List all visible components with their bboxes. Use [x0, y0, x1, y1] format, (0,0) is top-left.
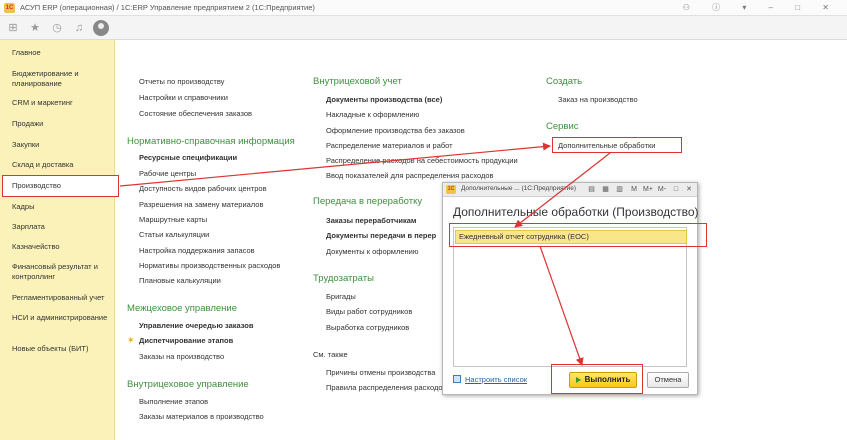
section-processing-transfer: Передача в переработку — [313, 196, 423, 207]
maximize-button[interactable]: □ — [671, 184, 681, 195]
cancel-button[interactable]: Отмена — [647, 372, 689, 388]
sidebar-item-finance[interactable]: Финансовый результат и контроллинг — [12, 262, 112, 282]
sidebar-item-treasury[interactable]: Казначейство — [12, 242, 112, 252]
link-production-reports[interactable]: Отчеты по производству — [139, 77, 224, 87]
processing-list: Ежедневный отчет сотрудника (ЕОС) — [453, 227, 687, 367]
link-cancel-reasons[interactable]: Причины отмены производства — [326, 368, 435, 378]
section-intrashop: Внутрицеховое управление — [127, 379, 249, 390]
setup-list-icon[interactable] — [453, 375, 461, 383]
annotation-box-service — [552, 137, 682, 153]
doc-icon[interactable]: ▦ — [601, 184, 610, 195]
link-invoices-to-process[interactable]: Накладные к оформлению — [326, 110, 419, 120]
link-stock-settings[interactable]: Настройка поддержания запасов — [139, 246, 255, 256]
calendar-icon[interactable]: ▥ — [615, 184, 624, 195]
app-logo-icon: 1С — [4, 3, 15, 13]
link-teams[interactable]: Бригады — [326, 292, 356, 302]
sidebar-item-main[interactable]: Главное — [12, 48, 112, 58]
link-planned-costing[interactable]: Плановые калькуляции — [139, 276, 221, 286]
link-work-types[interactable]: Виды работ сотрудников — [326, 307, 412, 317]
link-production-cost-norms[interactable]: Нормативы производственных расходов — [139, 261, 280, 271]
link-material-substitutions[interactable]: Разрешения на замену материалов — [139, 200, 263, 210]
star-icon[interactable]: ★ — [28, 21, 42, 35]
annotation-box-list-item — [449, 223, 707, 247]
section-labor-costs: Трудозатраты — [313, 273, 374, 284]
favorite-star-icon[interactable]: ✶ — [127, 335, 135, 346]
bell-icon[interactable]: ♫ — [72, 21, 86, 35]
sidebar-item-crm[interactable]: CRM и маркетинг — [12, 98, 112, 108]
memory-plus-button[interactable]: M+ — [642, 184, 654, 195]
link-order-supply-state[interactable]: Состояние обеспечения заказов — [139, 109, 252, 119]
dialog-titlebar: 1С Дополнительные ... (1С:Предприятие) ▤… — [443, 183, 697, 197]
dialog-heading: Дополнительные обработки (Производство) — [453, 205, 699, 219]
link-resource-specs[interactable]: Ресурсные спецификации — [139, 153, 237, 163]
memory-button[interactable]: M — [629, 184, 639, 195]
link-order-queue[interactable]: Управление очередью заказов — [139, 321, 254, 331]
print-icon[interactable]: ▤ — [587, 184, 596, 195]
grid-icon[interactable]: ⊞ — [6, 21, 20, 35]
sidebar-item-purchases[interactable]: Закупки — [12, 140, 112, 150]
link-route-cards[interactable]: Маршрутные карты — [139, 215, 207, 225]
section-intrashop-accounting: Внутрицеховой учет — [313, 76, 402, 87]
sidebar-item-nsi[interactable]: НСИ и администрирование — [12, 313, 112, 323]
section-create: Создать — [546, 76, 583, 87]
annotation-box-run — [551, 364, 643, 394]
link-material-orders[interactable]: Заказы материалов в производство — [139, 412, 264, 422]
window-titlebar: 1С АСУП ERP (операционная) / 1С:ERP Упра… — [0, 0, 847, 16]
dialog-logo-icon: 1С — [446, 185, 456, 194]
section-nsi: Нормативно-справочная информация — [127, 136, 295, 147]
link-create-production-order[interactable]: Заказ на производство — [558, 95, 638, 105]
link-employee-output[interactable]: Выработка сотрудников — [326, 323, 409, 333]
section-service: Сервис — [546, 121, 579, 132]
window-title: АСУП ERP (операционная) / 1С:ERP Управле… — [20, 3, 315, 12]
link-production-docs-all[interactable]: Документы производства (все) — [326, 95, 442, 105]
link-stage-dispatching[interactable]: Диспетчирование этапов — [139, 336, 233, 346]
link-costing-items[interactable]: Статьи калькуляции — [139, 230, 209, 240]
sidebar-item-warehouse[interactable]: Склад и доставка — [12, 160, 112, 170]
link-stage-execution[interactable]: Выполнение этапов — [139, 397, 208, 407]
link-processor-orders[interactable]: Заказы переработчикам — [326, 216, 416, 226]
see-also-label: См. также — [313, 350, 348, 359]
sidebar-item-hr[interactable]: Кадры — [12, 202, 112, 212]
user-icon[interactable] — [93, 20, 109, 36]
window-controls[interactable]: ⚇ ⓘ ▾ – □ ✕ — [683, 2, 839, 13]
link-work-center-availability[interactable]: Доступность видов рабочих центров — [139, 184, 267, 194]
sections-sidebar: Главное Бюджетирование и планирование CR… — [0, 40, 119, 440]
close-icon[interactable]: ✕ — [684, 184, 694, 195]
sidebar-item-sales[interactable]: Продажи — [12, 119, 112, 129]
link-docs-to-process[interactable]: Документы к оформлению — [326, 247, 418, 257]
link-distribution-indicators[interactable]: Ввод показателей для распределения расхо… — [326, 171, 494, 181]
sidebar-item-budgeting[interactable]: Бюджетирование и планирование — [12, 69, 112, 89]
link-cost-distribution[interactable]: Распределение расходов на себестоимость … — [326, 156, 518, 166]
link-material-distribution[interactable]: Распределение материалов и работ — [326, 141, 453, 151]
history-icon[interactable]: ◷ — [50, 21, 64, 35]
link-settings-refs[interactable]: Настройки и справочники — [139, 93, 228, 103]
sidebar-item-salary[interactable]: Зарплата — [12, 222, 112, 232]
sidebar-item-reg-accounting[interactable]: Регламентированный учет — [12, 293, 112, 303]
link-production-without-orders[interactable]: Оформление производства без заказов — [326, 126, 465, 136]
dialog-title: Дополнительные ... (1С:Предприятие) — [461, 185, 576, 192]
sidebar-item-new-objects[interactable]: Новые объекты (БИТ) — [12, 344, 112, 354]
sidebar-item-production[interactable]: Производство — [12, 181, 112, 191]
link-distribution-rules[interactable]: Правила распределения расходо — [326, 383, 443, 393]
section-intershop: Межцеховое управление — [127, 303, 237, 314]
memory-minus-button[interactable]: M- — [656, 184, 668, 195]
main-toolbar: ⊞ ★ ◷ ♫ — [0, 16, 847, 40]
link-work-centers[interactable]: Рабочие центры — [139, 169, 196, 179]
link-production-orders[interactable]: Заказы на производство — [139, 352, 224, 362]
setup-list-link[interactable]: Настроить список — [465, 375, 527, 384]
link-transfer-docs[interactable]: Документы передачи в перер — [326, 231, 436, 241]
additional-processing-dialog: 1С Дополнительные ... (1С:Предприятие) ▤… — [442, 182, 707, 395]
